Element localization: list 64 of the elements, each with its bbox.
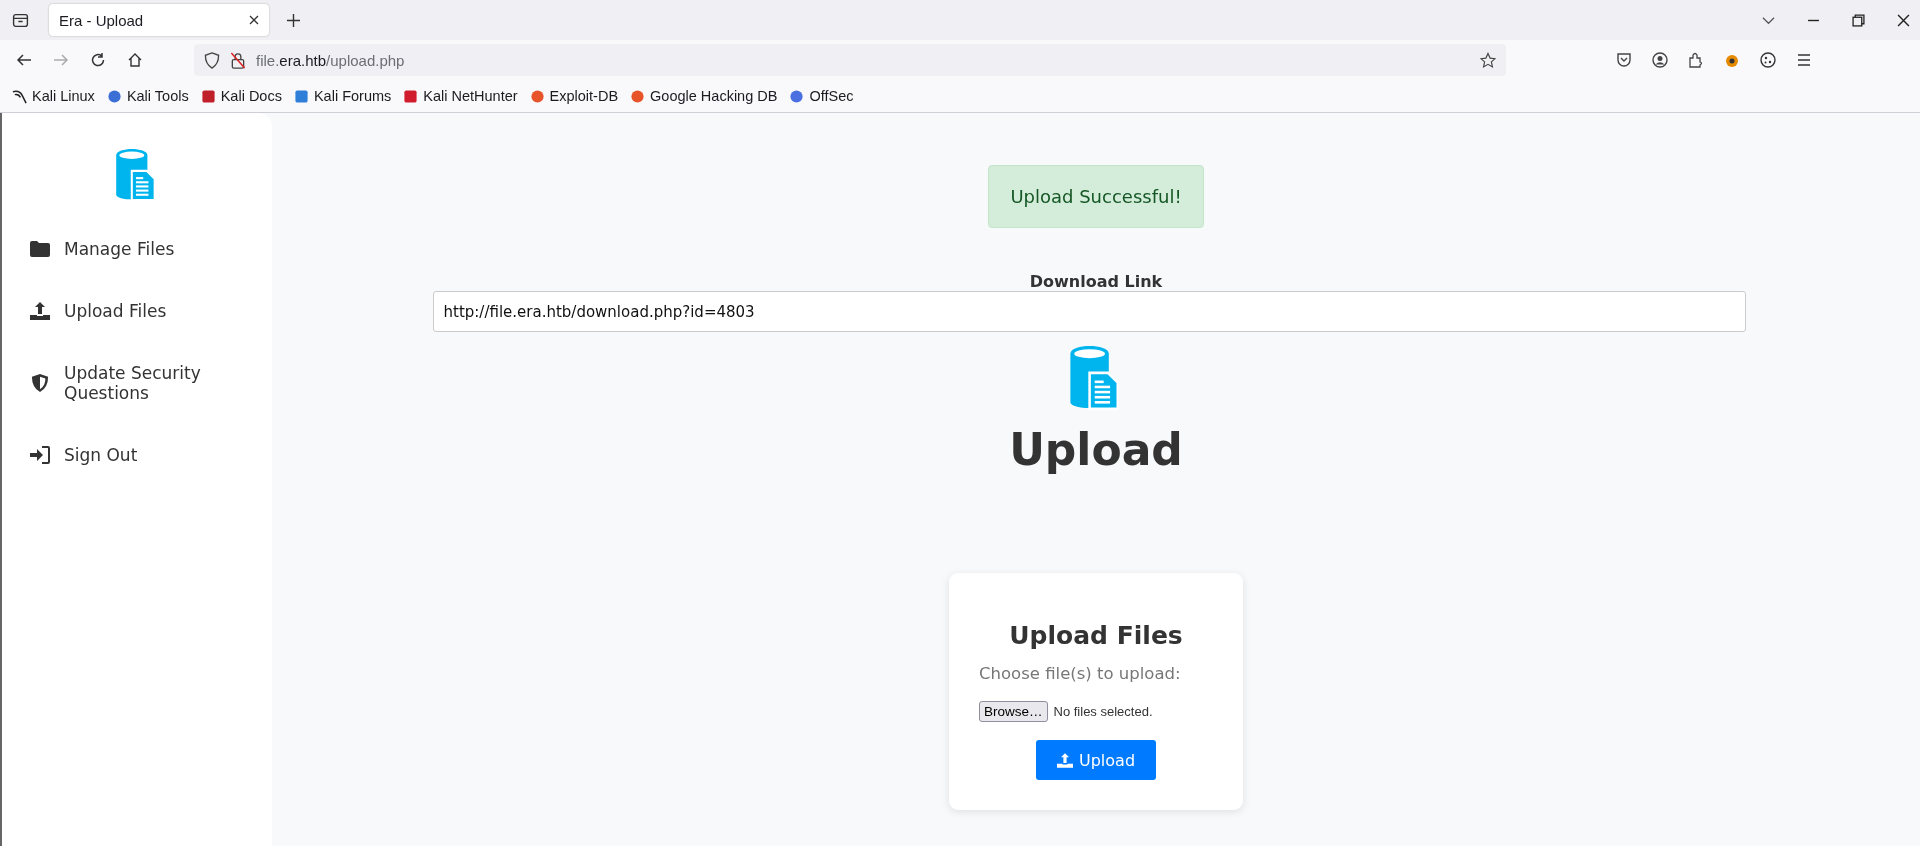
bookmark-item[interactable]: Kali Docs [200,88,282,104]
star-icon[interactable] [1480,51,1496,69]
bookmark-label: OffSec [809,88,854,104]
file-status: No files selected. [1053,704,1153,719]
site-icon [200,88,216,104]
bookmark-item[interactable]: Kali Tools [106,88,189,104]
url-text: file.era.htb/upload.php [256,51,405,69]
database-document-icon [1070,346,1122,410]
browser-tab[interactable]: Era - Upload [49,4,269,36]
site-icon [630,88,646,104]
upload-button[interactable]: Upload [1036,740,1156,780]
site-icon [106,88,122,104]
upload-icon [30,302,50,320]
field-label: Download Link [1029,272,1163,291]
upload-prompt: Choose file(s) to upload: [979,664,1181,683]
bookmark-label: Kali Linux [32,88,95,104]
folder-icon [30,240,50,258]
cookie-icon[interactable] [1760,52,1776,68]
sidebar-item[interactable]: Manage Files [30,239,244,259]
extensions-icon[interactable] [1688,52,1704,68]
sidebar-item-label: Update Security Questions [64,363,202,403]
shield-icon [30,374,50,392]
page-heading: Upload [1009,424,1183,475]
new-tab-icon[interactable] [287,13,300,27]
reload-icon[interactable] [90,52,106,68]
sidebar-item[interactable]: Update Security Questions [30,363,244,403]
sidebar-item[interactable]: Sign Out [30,445,244,465]
bookmark-label: Kali Docs [220,88,282,104]
menu-icon[interactable] [1796,52,1812,68]
insecure-lock-icon [230,51,246,69]
bookmark-label: Kali Tools [126,88,189,104]
site-icon [529,88,545,104]
bookmark-item[interactable]: Kali Forums [293,88,392,104]
home-icon[interactable] [127,52,143,68]
close-icon[interactable] [1897,13,1910,27]
bookmark-label: Exploit-DB [549,88,619,104]
tab-title: Era - Upload [59,11,144,29]
sidebar-item-label: Upload Files [64,301,167,321]
back-arrow-icon[interactable] [16,52,32,68]
close-icon[interactable] [249,15,259,25]
site-icon [403,88,419,104]
sidebar-item-label: Manage Files [64,239,175,259]
shield-icon [204,51,220,69]
sign-in-arrow-icon [30,446,50,464]
pocket-icon[interactable] [1616,52,1632,68]
browse-button[interactable]: Browse… [979,701,1048,722]
restore-icon[interactable] [1852,13,1865,27]
success-alert: Upload Successful! [988,165,1204,228]
card-title: Upload Files [1009,621,1183,650]
site-icon [789,88,805,104]
bookmark-item[interactable]: Kali Linux [12,88,95,104]
site-icon [293,88,309,104]
tab-list-icon[interactable] [12,11,29,29]
bookmark-item[interactable]: Kali NetHunter [403,88,518,104]
bookmark-item[interactable]: Exploit-DB [529,88,619,104]
bookmark-label: Kali Forums [313,88,392,104]
upload-icon [1056,752,1073,768]
sidebar-item[interactable]: Upload Files [30,301,244,321]
sidebar-item-label: Sign Out [64,445,138,465]
address-bar[interactable]: file.era.htb/upload.php [194,44,1506,76]
account-icon[interactable] [1652,52,1668,68]
download-link-field[interactable]: http://file.era.htb/download.php?id=4803 [432,291,1746,332]
bookmark-label: Kali NetHunter [423,88,518,104]
bookmark-item[interactable]: OffSec [789,88,854,104]
